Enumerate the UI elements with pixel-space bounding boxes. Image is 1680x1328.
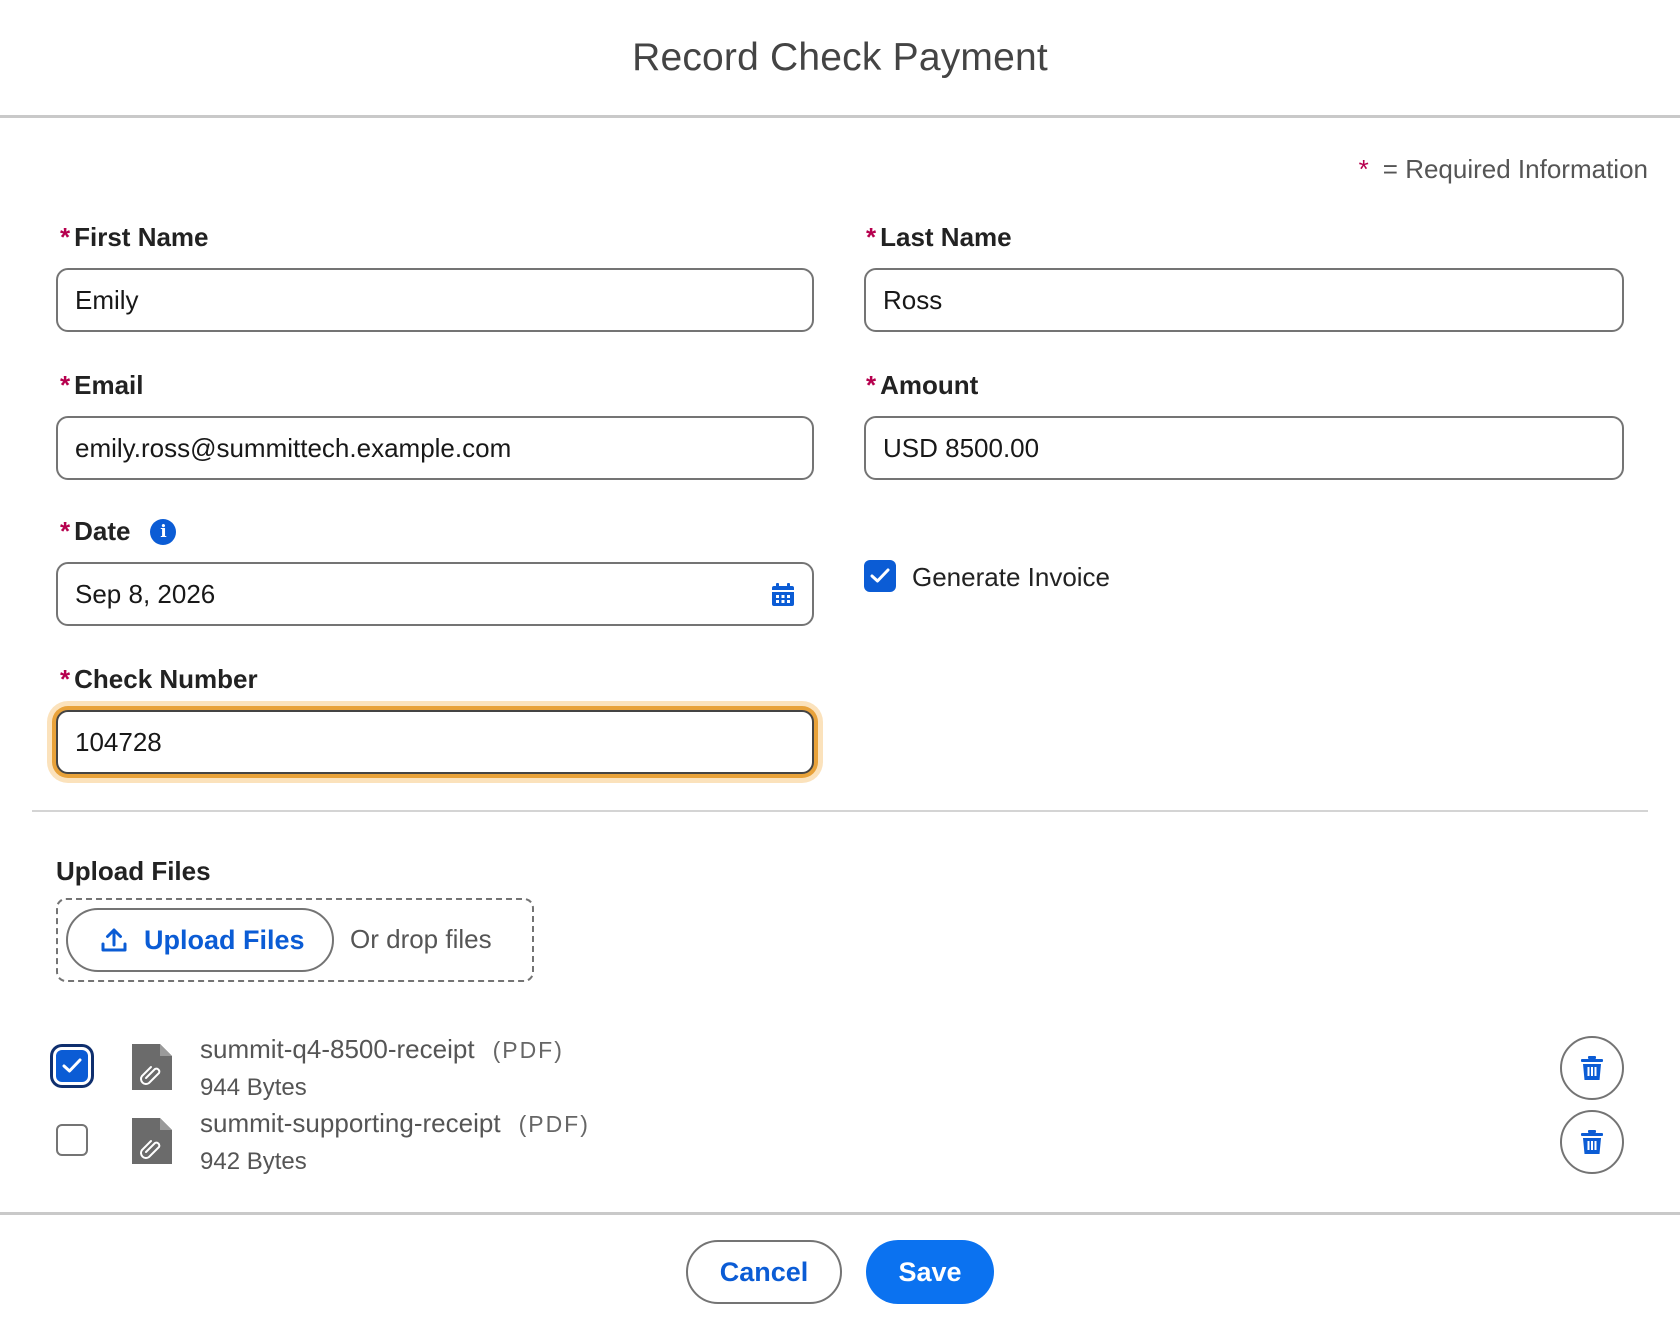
file-name-text: summit-q4-8500-receipt bbox=[200, 1034, 475, 1064]
first-name-value: Emily bbox=[75, 284, 139, 315]
trash-icon bbox=[1581, 1130, 1603, 1154]
attachment-file-icon bbox=[132, 1118, 172, 1164]
file-name-text: summit-supporting-receipt bbox=[200, 1108, 501, 1138]
required-marker: * bbox=[60, 516, 71, 546]
generate-invoice-label: Generate Invoice bbox=[912, 562, 1111, 592]
amount-value: USD 8500.00 bbox=[883, 432, 1040, 463]
upload-files-button-label: Upload Files bbox=[144, 924, 305, 955]
delete-file-button[interactable] bbox=[1560, 1036, 1624, 1100]
date-input[interactable]: Sep 8, 2026 bbox=[56, 562, 814, 626]
file-name: summit-supporting-receipt (PDF) bbox=[200, 1108, 590, 1139]
email-value: emily.ross@summittech.example.com bbox=[75, 432, 512, 463]
required-marker: * bbox=[866, 222, 877, 252]
trash-icon bbox=[1581, 1056, 1603, 1080]
date-label-text: Date bbox=[74, 516, 131, 546]
upload-icon bbox=[101, 928, 127, 952]
file-size: 944 Bytes bbox=[200, 1074, 307, 1101]
first-name-label-text: First Name bbox=[74, 222, 209, 252]
email-input[interactable]: emily.ross@summittech.example.com bbox=[56, 416, 814, 480]
file-type: (PDF) bbox=[518, 1111, 590, 1137]
delete-file-button[interactable] bbox=[1560, 1110, 1624, 1174]
required-marker: * bbox=[60, 370, 71, 400]
last-name-input[interactable]: Ross bbox=[864, 268, 1624, 332]
section-divider bbox=[32, 810, 1648, 812]
required-legend: * = Required Information bbox=[1359, 154, 1648, 185]
check-number-label: * Check Number bbox=[60, 664, 258, 695]
upload-files-title: Upload Files bbox=[56, 856, 211, 886]
last-name-label-text: Last Name bbox=[880, 222, 1012, 252]
upload-files-button[interactable]: Upload Files bbox=[66, 908, 334, 972]
drop-files-text: Or drop files bbox=[350, 924, 492, 954]
checkmark-icon bbox=[62, 1058, 82, 1073]
date-label: * Date i bbox=[60, 516, 177, 547]
calendar-icon[interactable] bbox=[770, 582, 796, 608]
info-icon[interactable]: i bbox=[150, 518, 177, 545]
required-marker: * bbox=[1358, 154, 1369, 184]
file-select-checkbox[interactable] bbox=[56, 1050, 88, 1082]
modal-header: Record Check Payment bbox=[0, 0, 1680, 118]
amount-label-text: Amount bbox=[880, 370, 979, 400]
required-legend-text: = Required Information bbox=[1382, 154, 1648, 184]
email-label: * Email bbox=[60, 370, 144, 401]
last-name-label: * Last Name bbox=[866, 222, 1012, 253]
file-select-checkbox[interactable] bbox=[56, 1124, 88, 1156]
file-type: (PDF) bbox=[492, 1037, 564, 1063]
first-name-label: * First Name bbox=[60, 222, 209, 253]
email-label-text: Email bbox=[74, 370, 144, 400]
generate-invoice-checkbox[interactable] bbox=[864, 560, 896, 592]
date-value: Sep 8, 2026 bbox=[75, 578, 216, 609]
check-number-label-text: Check Number bbox=[74, 664, 258, 694]
attachment-file-icon bbox=[132, 1044, 172, 1090]
modal-title: Record Check Payment bbox=[632, 35, 1048, 79]
check-number-input[interactable]: 104728 bbox=[56, 710, 814, 774]
required-marker: * bbox=[60, 222, 71, 252]
check-number-value: 104728 bbox=[75, 726, 162, 757]
last-name-value: Ross bbox=[883, 284, 943, 315]
required-marker: * bbox=[60, 664, 71, 694]
required-marker: * bbox=[866, 370, 877, 400]
file-name: summit-q4-8500-receipt (PDF) bbox=[200, 1034, 564, 1065]
first-name-input[interactable]: Emily bbox=[56, 268, 814, 332]
save-button[interactable]: Save bbox=[866, 1240, 994, 1304]
file-size: 942 Bytes bbox=[200, 1148, 307, 1175]
amount-input[interactable]: USD 8500.00 bbox=[864, 416, 1624, 480]
record-check-payment-modal: Record Check Payment * = Required Informa… bbox=[0, 0, 1680, 1328]
amount-label: * Amount bbox=[866, 370, 978, 401]
checkmark-icon bbox=[870, 568, 890, 583]
cancel-button[interactable]: Cancel bbox=[686, 1240, 842, 1304]
